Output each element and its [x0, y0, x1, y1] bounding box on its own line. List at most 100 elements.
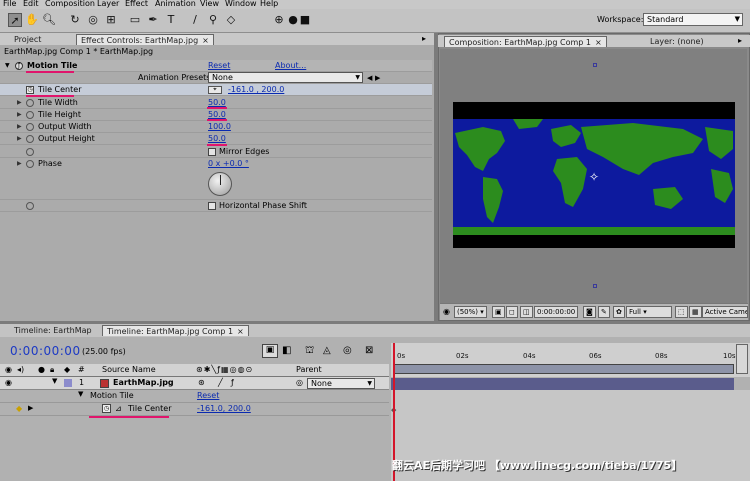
- stopwatch-icon[interactable]: ◷: [102, 404, 111, 413]
- layer-name[interactable]: EarthMap.jpg: [113, 378, 174, 387]
- timeline-timecode[interactable]: 0:00:00:00: [10, 344, 81, 358]
- horizontal-phase-shift-checkbox[interactable]: [208, 202, 216, 210]
- tab-composition[interactable]: Composition: EarthMap.jpg Comp 1 ×: [444, 36, 607, 47]
- resolution-select[interactable]: Full ▾: [626, 306, 672, 318]
- eraser-tool-icon[interactable]: ◇: [224, 13, 238, 27]
- panel-menu-icon[interactable]: ▸: [738, 36, 742, 45]
- mirror-edges-checkbox[interactable]: [208, 148, 216, 156]
- menu-help[interactable]: Help: [260, 0, 278, 8]
- stopwatch-icon[interactable]: [26, 202, 34, 210]
- zoom-select[interactable]: (50%) ▾: [454, 306, 487, 318]
- expand-triangle-icon[interactable]: ▶: [17, 97, 22, 109]
- draft-3d-icon[interactable]: ⛫: [305, 345, 314, 358]
- camera-select[interactable]: Active Came: [702, 306, 748, 318]
- zoom-tool-icon[interactable]: 🔍︎: [42, 13, 56, 27]
- work-area-bar[interactable]: [393, 364, 734, 374]
- transparency-grid-icon[interactable]: ▦: [689, 306, 702, 318]
- close-icon[interactable]: ×: [202, 36, 209, 45]
- type-tool-icon[interactable]: T: [164, 13, 178, 27]
- axis-mode-icon[interactable]: ⊕: [272, 13, 286, 27]
- expand-triangle-icon[interactable]: ▶: [17, 133, 22, 145]
- panel-menu-icon[interactable]: ▸: [422, 34, 426, 43]
- timeline-scroll-handle[interactable]: [736, 344, 748, 374]
- phase-value[interactable]: 0 x +0.0 °: [208, 158, 249, 170]
- fx-icon[interactable]: ƒ: [15, 62, 23, 70]
- stopwatch-icon[interactable]: [26, 148, 34, 156]
- hand-tool-icon[interactable]: ✋: [25, 13, 39, 27]
- selection-tool-icon[interactable]: ➚: [8, 13, 22, 27]
- eye-icon[interactable]: ◉: [5, 378, 12, 387]
- hide-shy-layers-icon[interactable]: ◬: [323, 345, 331, 356]
- expand-triangle-icon[interactable]: ▶: [17, 158, 22, 170]
- reset-link[interactable]: Reset: [208, 60, 230, 72]
- about-link[interactable]: About...: [275, 60, 306, 72]
- stopwatch-icon[interactable]: [26, 123, 34, 131]
- tab-effect-controls[interactable]: Effect Controls: EarthMap.jpg ×: [76, 34, 214, 45]
- effect-reset-link[interactable]: Reset: [197, 391, 219, 400]
- menu-edit[interactable]: Edit: [23, 0, 39, 8]
- region-of-interest-icon[interactable]: ⬚: [675, 306, 688, 318]
- menu-window[interactable]: Window: [225, 0, 257, 8]
- audio-switch-icon[interactable]: ◂): [17, 365, 24, 374]
- animation-presets-select[interactable]: None ▼: [208, 72, 363, 83]
- parent-pickwhip-icon[interactable]: ◎: [296, 378, 303, 387]
- menu-layer[interactable]: Layer: [97, 0, 119, 8]
- solo-switch-icon[interactable]: ●: [38, 365, 45, 374]
- collapse-switch-icon[interactable]: ⊛: [198, 378, 205, 387]
- video-switch-icon[interactable]: ◉: [5, 365, 12, 374]
- expand-triangle-icon[interactable]: ▼: [5, 60, 10, 72]
- always-preview-icon[interactable]: ◉: [443, 307, 450, 316]
- quality-switch-icon[interactable]: ╱: [218, 378, 223, 387]
- stopwatch-icon[interactable]: [26, 99, 34, 107]
- view-axis-icon[interactable]: ■: [298, 13, 312, 27]
- menu-file[interactable]: File: [3, 0, 16, 8]
- property-value[interactable]: -161.0, 200.0: [197, 404, 251, 413]
- stopwatch-icon[interactable]: [26, 160, 34, 168]
- frame-blending-icon[interactable]: ◎: [343, 345, 352, 356]
- menu-animation[interactable]: Animation: [155, 0, 196, 8]
- pen-tool-icon[interactable]: ✒: [146, 13, 160, 27]
- label-color-swatch[interactable]: [64, 379, 72, 387]
- rotate-tool-icon[interactable]: ↻: [68, 13, 82, 27]
- menu-composition[interactable]: Composition: [45, 0, 95, 8]
- menu-effect[interactable]: Effect: [125, 0, 148, 8]
- lock-switch-icon[interactable]: 🔒︎: [50, 365, 54, 375]
- close-icon[interactable]: ×: [237, 327, 244, 336]
- prev-preset-icon[interactable]: ◀: [367, 72, 372, 84]
- timecode-display[interactable]: 0:00:00:00: [534, 306, 579, 318]
- comp-mini-flowchart-icon[interactable]: ▣: [262, 344, 278, 358]
- parent-select[interactable]: None ▼: [307, 378, 375, 389]
- camera-snapshot-icon[interactable]: ◙: [583, 306, 596, 318]
- show-snapshot-icon[interactable]: ✎: [598, 306, 610, 318]
- effect-switch-icon[interactable]: ƒ: [231, 378, 234, 387]
- layer-duration-bar[interactable]: [391, 378, 734, 390]
- safe-margins-icon[interactable]: ▣: [492, 306, 505, 318]
- graph-editor-icon[interactable]: ⊠: [365, 345, 373, 356]
- brush-tool-icon[interactable]: /: [188, 13, 202, 27]
- toggle-mask-icon[interactable]: ◻: [506, 306, 518, 318]
- tab-timeline-comp[interactable]: Timeline: EarthMap.jpg Comp 1 ×: [102, 325, 249, 336]
- crosshair-icon[interactable]: ⌖: [208, 86, 222, 94]
- expand-triangle-icon[interactable]: ▶: [17, 121, 22, 133]
- snapshot-icon[interactable]: ◫: [520, 306, 533, 318]
- channel-icon[interactable]: ✿: [613, 306, 625, 318]
- next-preset-icon[interactable]: ▶: [375, 72, 380, 84]
- stopwatch-icon[interactable]: [26, 111, 34, 119]
- source-name-header[interactable]: Source Name: [102, 365, 156, 374]
- stopwatch-icon[interactable]: ◷: [26, 86, 34, 94]
- anchor-crosshair-icon[interactable]: ✧: [589, 170, 599, 184]
- label-color-icon[interactable]: ◆: [64, 365, 70, 374]
- tab-timeline-earthmap[interactable]: Timeline: EarthMap: [10, 325, 96, 336]
- live-update-icon[interactable]: ◧: [282, 345, 291, 356]
- tab-project[interactable]: Project: [10, 34, 45, 45]
- layer-row[interactable]: ◉ ▼ 1 EarthMap.jpg ⊛ ╱ ƒ ◎ None ▼: [0, 377, 389, 390]
- orbit-camera-tool-icon[interactable]: ◎: [86, 13, 100, 27]
- phase-dial[interactable]: [208, 172, 232, 196]
- menu-view[interactable]: View: [200, 0, 219, 8]
- param-value[interactable]: 100.0: [208, 121, 231, 133]
- graph-icon[interactable]: ⊿: [115, 404, 122, 413]
- expand-triangle-icon[interactable]: ▶: [17, 109, 22, 121]
- keyframe-nav-icon[interactable]: ◆: [16, 404, 22, 413]
- expand-triangle-icon[interactable]: ▼: [52, 377, 57, 385]
- close-icon[interactable]: ×: [595, 38, 602, 47]
